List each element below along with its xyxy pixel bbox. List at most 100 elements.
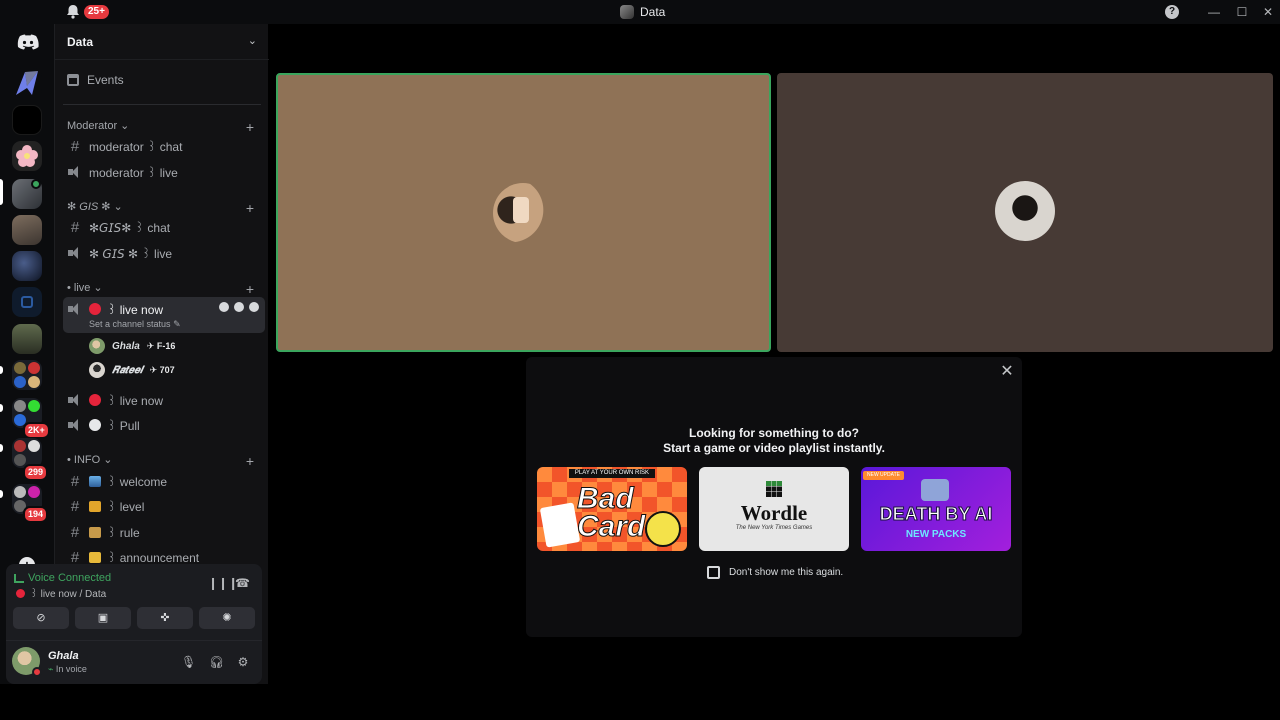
channel-name: moderator ꒱ chat	[89, 140, 183, 154]
text-channel-icon: #	[70, 218, 80, 236]
chevron-down-icon: ⌄	[120, 120, 130, 132]
card-title: Wordle	[740, 501, 808, 525]
bell-icon[interactable]	[66, 4, 80, 19]
category-moderator[interactable]: Moderator ⌄	[67, 119, 130, 133]
robot-icon	[921, 479, 949, 501]
speaker-icon	[67, 165, 83, 179]
minimize-button[interactable]: —	[1206, 3, 1222, 21]
channel-live-now-2[interactable]: ꒱ live now	[63, 389, 263, 411]
server-icon-folder-1[interactable]	[12, 360, 42, 390]
chat-bubble-icon[interactable]	[219, 302, 229, 312]
channel-moderator-live[interactable]: moderator ꒱ live	[63, 161, 263, 183]
discord-home-icon[interactable]	[17, 34, 39, 50]
video-tile-rateel[interactable]	[777, 73, 1273, 352]
category-label: ✻ GIS ✻	[67, 201, 111, 213]
speaker-icon	[67, 418, 83, 432]
screen-share-button[interactable]: ▣	[75, 607, 131, 629]
events-item[interactable]: Events	[67, 73, 124, 87]
category-live[interactable]: • live ⌄	[67, 281, 103, 295]
headphones-icon[interactable]: 🎧︎	[209, 655, 224, 669]
create-channel-button[interactable]: +	[246, 120, 254, 134]
activity-card-death-by-ai[interactable]: NEW UPDATE DEATH BY AI NEW PACKS	[861, 467, 1011, 551]
server-icon-landscape[interactable]	[12, 324, 42, 354]
server-icon-black[interactable]	[12, 105, 42, 135]
create-channel-button[interactable]: +	[246, 201, 254, 215]
voice-channel-link[interactable]: ꒱ live now / Data	[16, 587, 106, 600]
category-info[interactable]: • INFO ⌄	[67, 453, 112, 467]
channel-gis-chat[interactable]: # ✻𝘎𝘐𝘚✻ ꒱ chat	[63, 216, 263, 238]
soundboard-icon: ✺	[222, 612, 232, 624]
create-channel-button[interactable]: +	[246, 282, 254, 296]
create-channel-button[interactable]: +	[246, 454, 254, 468]
voice-user-panel: Voice Connected ꒱ live now / Data ❙❙❙ ☎ …	[6, 564, 262, 684]
gear-icon[interactable]: ⚙	[236, 655, 250, 669]
server-icon-crystal[interactable]	[12, 68, 42, 98]
voice-member-ghala[interactable]: Ghala ✈ F-16	[89, 336, 175, 356]
title-bar: 25+ Data ? — ☐ ✕	[0, 0, 1280, 24]
avatar	[493, 183, 553, 243]
invite-icon[interactable]	[234, 302, 244, 312]
red-circle-emoji	[16, 589, 25, 598]
channel-level[interactable]: # ꒱ level	[63, 495, 263, 517]
video-tile-ghala[interactable]	[276, 73, 771, 352]
channel-pull[interactable]: ꒱ Pull	[63, 414, 263, 436]
activity-card-bad-cards[interactable]: PLAY AT YOUR OWN RISK Bad Cards	[537, 467, 687, 551]
gear-icon[interactable]	[249, 302, 259, 312]
text-channel-icon: #	[70, 523, 80, 541]
channel-welcome[interactable]: # ꒱ welcome	[63, 470, 263, 492]
channel-moderator-chat[interactable]: # moderator ꒱ chat	[63, 135, 263, 157]
member-tag: ✈ 707	[149, 364, 175, 375]
member-tag: ✈ F-16	[146, 340, 176, 351]
channel-rule[interactable]: # ꒱ rule	[63, 521, 263, 543]
close-window-button[interactable]: ✕	[1260, 3, 1276, 21]
megaphone-emoji	[89, 551, 101, 563]
camera-off-button[interactable]: ⊘	[13, 607, 69, 629]
crystal-icon	[16, 71, 38, 95]
voice-connected-status[interactable]: Voice Connected	[14, 572, 111, 584]
user-substatus: ⌁ In voice	[48, 664, 87, 674]
channel-name: ꒱ announcement	[107, 551, 200, 565]
channel-status[interactable]: Set a channel status ✎	[89, 319, 181, 330]
maximize-button[interactable]: ☐	[1234, 3, 1250, 21]
activity-prompt: ✕ Looking for something to do? Start a g…	[526, 357, 1022, 637]
server-icon-blue[interactable]	[12, 287, 42, 317]
user-name[interactable]: Ghala	[48, 650, 79, 662]
category-gis[interactable]: ✻ GIS ✻ ⌄	[67, 200, 123, 213]
window-title-text: Data	[640, 5, 666, 19]
disconnect-icon[interactable]: ☎	[235, 577, 250, 589]
activity-card-wordle[interactable]: Wordle The New York Times Games	[699, 467, 849, 551]
avatar	[995, 181, 1055, 241]
help-icon[interactable]: ?	[1165, 5, 1179, 19]
member-name: 𝑹𝒂𝒕𝒆𝒆𝒍	[112, 364, 143, 376]
dont-show-again-checkbox[interactable]: Don't show me this again.	[707, 566, 843, 579]
unread-pill	[0, 366, 3, 374]
card-title: DEATH BY AI	[879, 504, 993, 524]
close-icon[interactable]: ✕	[1000, 363, 1014, 381]
soundboard-button[interactable]: ✺	[199, 607, 255, 629]
channel-name: ꒱ level	[107, 500, 145, 514]
server-icon-flower[interactable]	[12, 141, 42, 171]
channel-name: ꒱ live now	[107, 303, 164, 317]
text-channel-icon: #	[70, 497, 80, 515]
server-icon-photo[interactable]	[12, 215, 42, 245]
server-header[interactable]: Data ⌄	[55, 24, 269, 60]
avatar[interactable]	[12, 647, 42, 677]
card-strip: PLAY AT YOUR OWN RISK	[569, 469, 655, 478]
activities-button[interactable]: ✜	[137, 607, 193, 629]
calendar-icon	[67, 74, 79, 86]
channel-name: ✻𝘎𝘐𝘚✻ ꒱ chat	[89, 221, 171, 235]
server-icon-night[interactable]	[12, 251, 42, 281]
channel-live-now-active[interactable]: ꒱ live now Set a channel status ✎	[63, 297, 265, 333]
mention-badge: 299	[23, 464, 49, 481]
channel-name: ✻ 𝘎𝘐𝘚 ✻ ꒱ live	[89, 247, 173, 261]
microphone-icon[interactable]: 🎙︎	[181, 655, 196, 669]
voice-active-dot	[31, 179, 41, 189]
flower-icon	[16, 145, 38, 167]
unread-pill	[0, 404, 3, 412]
pencil-icon: ✎	[173, 319, 181, 329]
noise-suppression-icon[interactable]: ❙❙❙	[208, 577, 238, 589]
plane-icon: ✈	[149, 364, 160, 375]
channel-gis-live[interactable]: ✻ 𝘎𝘐𝘚 ✻ ꒱ live	[63, 242, 263, 264]
voice-member-rateel[interactable]: 𝑹𝒂𝒕𝒆𝒆𝒍 ✈ 707	[89, 360, 175, 380]
checkbox[interactable]	[707, 566, 720, 579]
